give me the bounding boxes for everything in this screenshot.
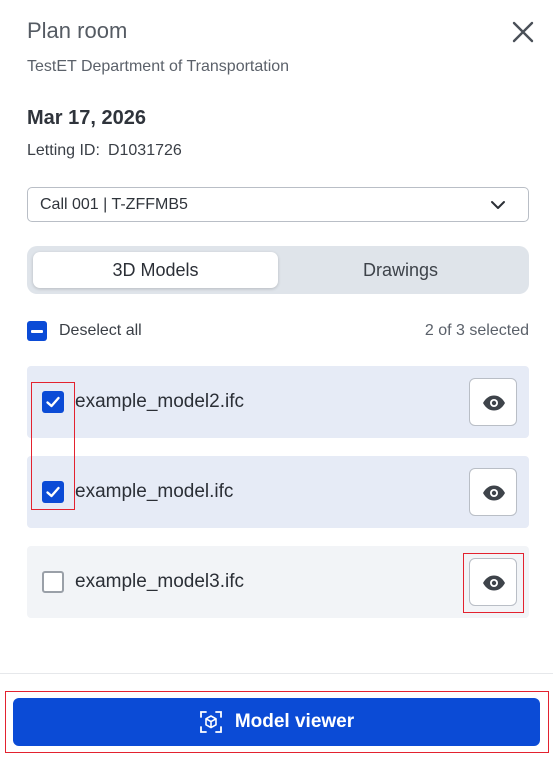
deselect-all-label: Deselect all [59,322,142,339]
call-select[interactable]: Call 001 | T-ZFFMB5 [27,187,529,222]
file-checkbox[interactable] [42,571,64,593]
page-subtitle: TestET Department of Transportation [27,58,290,75]
list-item: example_model.ifc [27,456,529,528]
cube-scan-icon [199,711,222,733]
chevron-down-icon [491,201,505,209]
minus-checkbox-icon [27,321,47,341]
call-select-value: Call 001 | T-ZFFMB5 [40,196,188,213]
tab-drawings[interactable]: Drawings [278,252,523,288]
eye-highlight-box [463,553,524,613]
deselect-all-button[interactable]: Deselect all [27,320,142,342]
model-viewer-label: Model viewer [234,711,355,732]
eye-icon [483,395,505,411]
view-file-button[interactable] [469,378,517,426]
letting-id-line: Letting ID: D1031726 [27,142,182,160]
view-tabs: 3D Models Drawings [27,246,529,294]
letting-date: Mar 17, 2026 [27,107,146,129]
letting-id-label: Letting ID: [27,142,100,159]
list-item: example_model3.ifc [27,546,529,618]
eye-icon [483,485,505,501]
file-name: example_model3.ifc [75,571,244,592]
list-item: example_model2.ifc [27,366,529,438]
close-icon[interactable] [509,18,537,46]
letting-id-value: D1031726 [107,142,182,159]
view-file-button[interactable] [469,468,517,516]
file-name: example_model.ifc [75,481,234,502]
model-viewer-button[interactable]: Model viewer [13,698,540,746]
checkbox-highlight-box [31,382,75,510]
page-title: Plan room [27,18,128,43]
file-name: example_model2.ifc [75,391,244,412]
footer-divider [0,673,553,674]
tab-3d-models[interactable]: 3D Models [33,252,278,288]
selection-count: 2 of 3 selected [424,322,529,339]
